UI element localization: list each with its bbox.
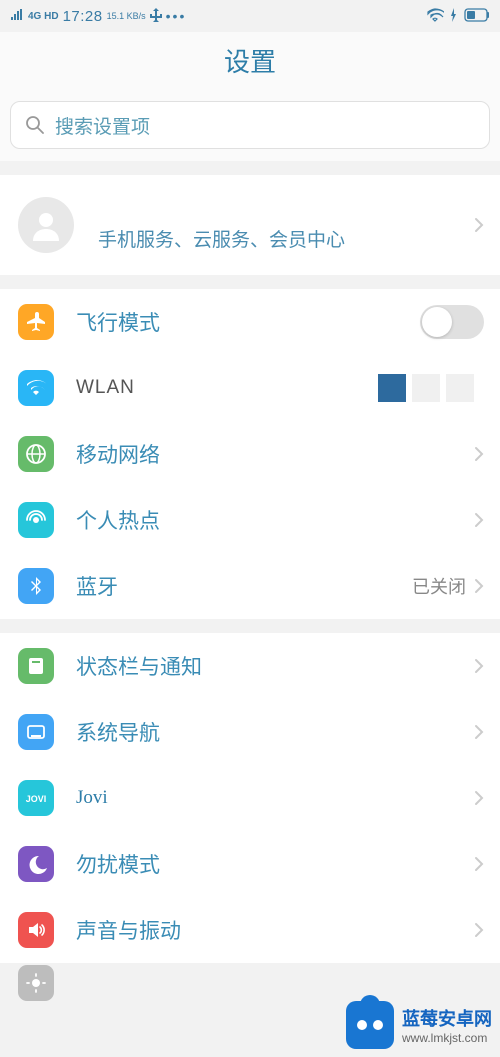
section-gap <box>0 275 500 289</box>
settings-row-bluetooth[interactable]: 蓝牙已关闭 <box>0 553 500 619</box>
chevron-right-icon <box>474 922 484 938</box>
bluetooth-icon <box>18 568 54 604</box>
hotspot-icon <box>18 502 54 538</box>
chevron-right-icon <box>474 578 484 594</box>
page-title: 设置 <box>0 42 500 79</box>
jovi-icon <box>18 780 54 816</box>
settings-row-dnd[interactable]: 勿扰模式 <box>0 831 500 897</box>
battery-icon <box>464 8 490 25</box>
chevron-right-icon <box>474 512 484 528</box>
row-label: 勿扰模式 <box>76 849 474 879</box>
more-dots: ••• <box>166 8 187 24</box>
row-value: 已关闭 <box>412 573 466 599</box>
status-right <box>426 8 490 25</box>
wifi-status-icon <box>426 8 444 25</box>
search-icon <box>25 115 45 135</box>
wifi-icon <box>18 370 54 406</box>
notification-icon <box>18 648 54 684</box>
watermark-url: www.lmkjst.com <box>402 1031 492 1045</box>
chevron-right-icon <box>474 446 484 462</box>
settings-row-mobile[interactable]: 移动网络 <box>0 421 500 487</box>
avatar <box>18 197 74 253</box>
search-container: 搜索设置项 <box>0 97 500 161</box>
row-label: WLAN <box>76 377 378 399</box>
chevron-right-icon <box>474 856 484 872</box>
search-input[interactable]: 搜索设置项 <box>10 101 490 149</box>
row-label: 个人热点 <box>76 505 474 535</box>
section-gap <box>0 161 500 175</box>
settings-row-wlan[interactable]: WLAN <box>0 355 500 421</box>
watermark: 蓝莓安卓网 www.lmkjst.com <box>346 1001 492 1049</box>
watermark-logo-icon <box>346 1001 394 1049</box>
row-label: 移动网络 <box>76 439 474 469</box>
chevron-right-icon <box>474 217 484 233</box>
row-label: 声音与振动 <box>76 915 474 945</box>
settings-row-jovi[interactable]: Jovi <box>0 765 500 831</box>
account-row[interactable]: 手机服务、云服务、会员中心 <box>0 175 500 275</box>
settings-row-navigation[interactable]: 系统导航 <box>0 699 500 765</box>
usb-icon <box>150 8 162 25</box>
globe-icon <box>18 436 54 472</box>
nav-icon <box>18 714 54 750</box>
settings-group: 飞行模式 WLAN 移动网络个人热点蓝牙已关闭 <box>0 289 500 619</box>
status-bar: 4G HD 17:28 15.1 KB/s ••• <box>0 0 500 32</box>
brightness-icon <box>18 965 54 1001</box>
row-label: 蓝牙 <box>76 571 412 601</box>
signal-indicator <box>10 9 24 24</box>
row-label: 状态栏与通知 <box>76 651 474 681</box>
toggle-switch[interactable] <box>420 305 484 339</box>
sound-icon <box>18 912 54 948</box>
network-type: 4G HD <box>28 11 59 22</box>
settings-group: 状态栏与通知系统导航 Jovi 勿扰模式声音与振动 <box>0 633 500 963</box>
settings-row-brightness[interactable] <box>0 963 500 1003</box>
status-left: 4G HD 17:28 15.1 KB/s ••• <box>10 8 186 25</box>
settings-row-statusbar[interactable]: 状态栏与通知 <box>0 633 500 699</box>
chevron-right-icon <box>474 658 484 674</box>
settings-row-sound[interactable]: 声音与振动 <box>0 897 500 963</box>
time-display: 17:28 <box>63 8 103 25</box>
airplane-icon <box>18 304 54 340</box>
section-gap <box>0 619 500 633</box>
row-label: Jovi <box>76 787 474 809</box>
charging-icon <box>450 8 458 25</box>
watermark-title: 蓝莓安卓网 <box>402 1005 492 1031</box>
row-label: 系统导航 <box>76 717 474 747</box>
search-placeholder: 搜索设置项 <box>55 112 150 139</box>
speed-indicator: 15.1 KB/s <box>107 12 146 21</box>
chevron-right-icon <box>474 790 484 806</box>
account-subtitle: 手机服务、云服务、会员中心 <box>98 225 474 252</box>
chevron-right-icon <box>474 724 484 740</box>
row-label: 飞行模式 <box>76 307 420 337</box>
moon-icon <box>18 846 54 882</box>
header: 设置 <box>0 32 500 97</box>
wlan-indicator <box>378 374 474 402</box>
settings-row-hotspot[interactable]: 个人热点 <box>0 487 500 553</box>
settings-row-airplane[interactable]: 飞行模式 <box>0 289 500 355</box>
